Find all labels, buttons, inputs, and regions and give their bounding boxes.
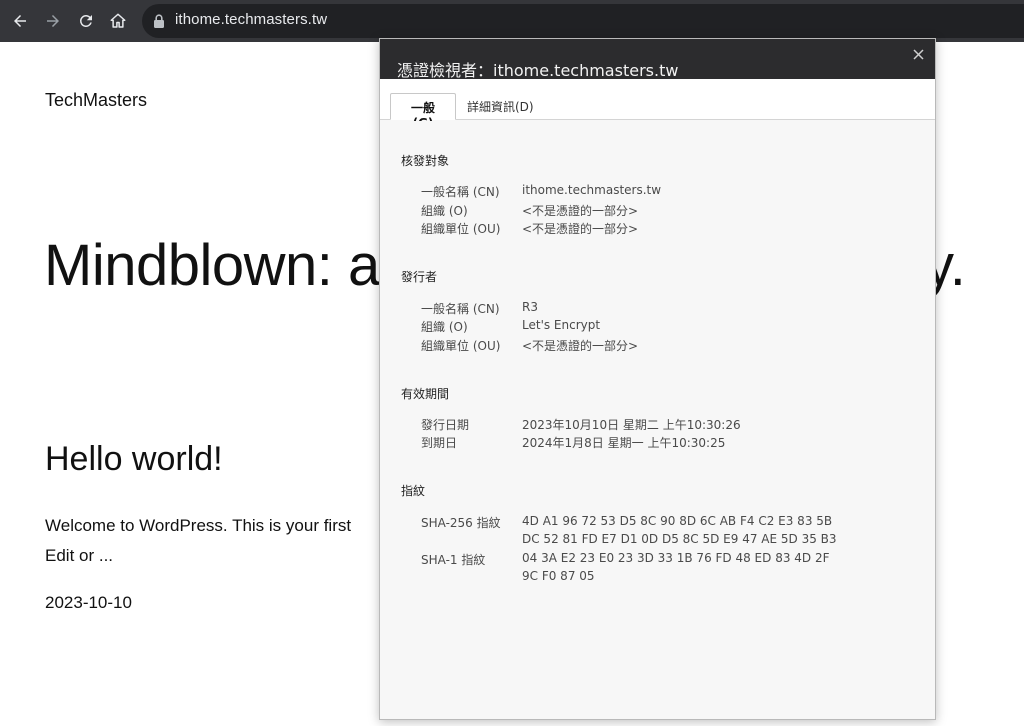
field-label: 組織 (O) (421, 204, 468, 218)
field-value: <不是憑證的一部分> (522, 339, 639, 353)
home-icon (110, 13, 126, 28)
post-date: 2023-10-10 (45, 593, 132, 612)
section-heading-issuer: 發行者 (401, 270, 438, 284)
field-label: SHA-256 指紋 (421, 516, 501, 530)
back-button[interactable] (9, 10, 31, 32)
field-value: 2024年1月8日 星期一 上午10:30:25 (522, 436, 726, 450)
post-excerpt-line: Edit or ... (45, 546, 114, 565)
post-excerpt: Welcome to WordPress. This is your first… (45, 511, 351, 571)
tab-details[interactable]: 詳細資訊(D) (457, 93, 544, 120)
home-button[interactable] (107, 10, 129, 32)
address-bar[interactable]: ithome.techmasters.tw (142, 4, 1024, 38)
field-label: 一般名稱 (CN) (421, 185, 500, 199)
site-title[interactable]: TechMasters (45, 90, 147, 111)
post-excerpt-line: Welcome to WordPress. This is your first (45, 516, 352, 535)
field-label: 組織單位 (OU) (421, 222, 501, 236)
post-title[interactable]: Hello world! (45, 440, 223, 479)
sha256-fingerprint-line: 4D A1 96 72 53 D5 8C 90 8D 6C AB F4 C2 E… (522, 514, 833, 528)
field-label: 到期日 (421, 436, 458, 450)
dialog-body: 核發對象 一般名稱 (CN) ithome.techmasters.tw 組織 … (380, 121, 935, 719)
field-value: 2023年10月10日 星期二 上午10:30:26 (522, 418, 741, 432)
close-button[interactable] (909, 45, 927, 63)
field-value: Let's Encrypt (522, 318, 601, 332)
certificate-viewer-dialog: 憑證檢視者：ithome.techmasters.tw 一般(G) 詳細資訊(D… (379, 38, 936, 720)
field-value: <不是憑證的一部分> (522, 222, 639, 236)
arrow-right-icon (47, 15, 59, 27)
page-headline: Mindblown: a (44, 233, 380, 298)
sha1-fingerprint-line: 9C F0 87 05 (522, 569, 595, 583)
section-heading-fingerprints: 指紋 (401, 484, 426, 498)
field-label: 發行日期 (421, 418, 470, 432)
tab-bar: 一般(G) 詳細資訊(D) (380, 79, 935, 130)
field-label: 組織單位 (OU) (421, 339, 501, 353)
tab-general[interactable]: 一般(G) (390, 93, 456, 130)
field-label: SHA-1 指紋 (421, 553, 486, 567)
lock-icon[interactable] (152, 13, 166, 29)
field-value: R3 (522, 300, 538, 314)
sha256-fingerprint-line: DC 52 81 FD E7 D1 0D D5 8C 5D E9 47 AE 5… (522, 532, 837, 546)
section-heading-validity: 有效期間 (401, 387, 450, 401)
field-value: <不是憑證的一部分> (522, 204, 639, 218)
reload-icon (79, 14, 92, 27)
arrow-left-icon (14, 15, 26, 27)
browser-toolbar: ithome.techmasters.tw (0, 0, 1024, 42)
field-label: 組織 (O) (421, 320, 468, 334)
reload-button[interactable] (75, 10, 97, 32)
sha1-fingerprint-line: 04 3A E2 23 E0 23 3D 33 1B 76 FD 48 ED 8… (522, 551, 830, 565)
field-label: 一般名稱 (CN) (421, 302, 500, 316)
forward-button[interactable] (42, 10, 64, 32)
section-heading-issued-to: 核發對象 (401, 154, 450, 168)
dialog-header: 憑證檢視者：ithome.techmasters.tw (380, 39, 935, 80)
dialog-title: 憑證檢視者：ithome.techmasters.tw (397, 61, 679, 80)
url-text[interactable]: ithome.techmasters.tw (175, 11, 327, 28)
close-icon (912, 48, 924, 60)
field-value: ithome.techmasters.tw (522, 183, 662, 197)
